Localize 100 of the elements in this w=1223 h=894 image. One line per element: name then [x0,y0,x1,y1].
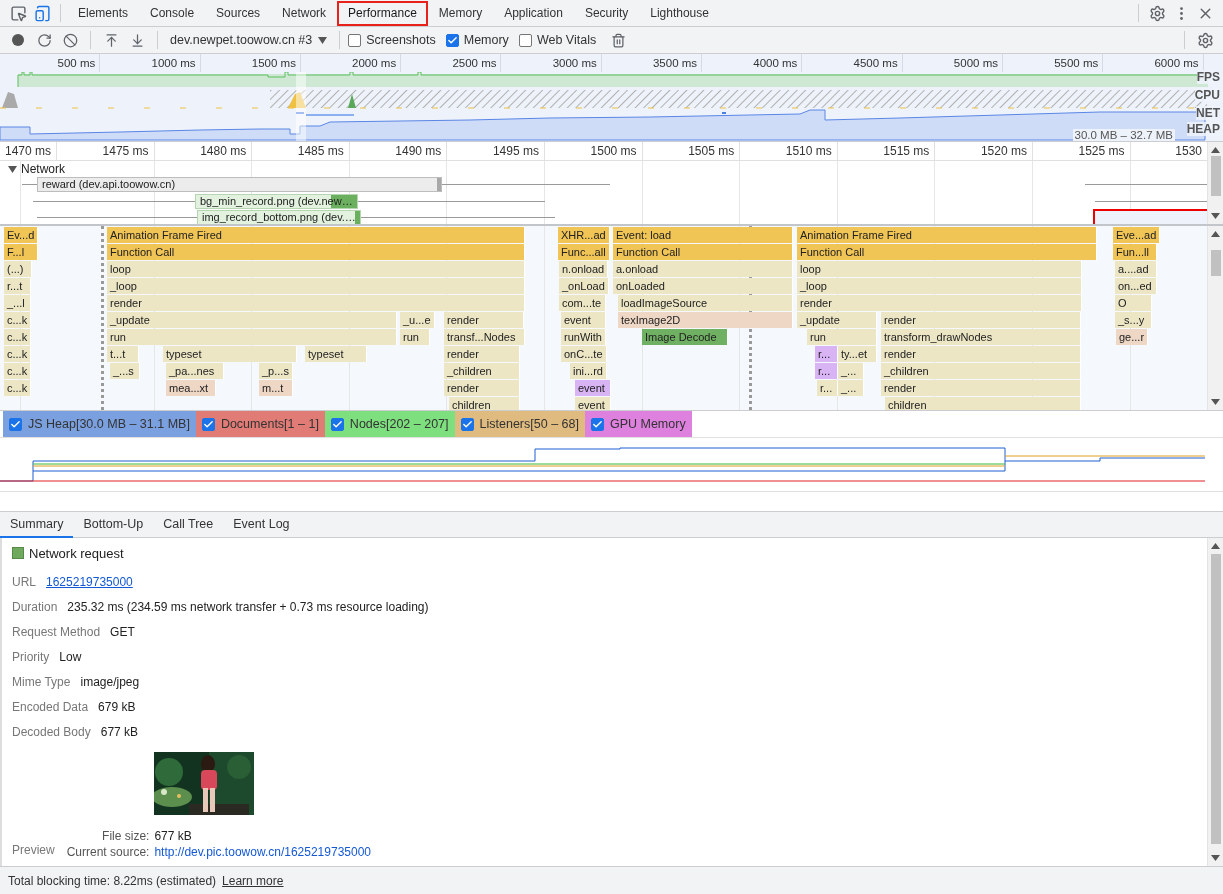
flame-block[interactable]: _update [797,312,877,328]
flame-block[interactable]: loadImageSource [618,295,793,311]
flame-block[interactable]: event [575,397,611,410]
flame-block[interactable]: Function Call [613,244,793,260]
flame-block[interactable]: t...t [107,346,139,362]
flame-block[interactable]: runWith [561,329,606,345]
flame-block[interactable]: _s...y [1115,312,1152,328]
details-tab[interactable]: Bottom-Up [73,512,154,538]
flame-block[interactable]: _pa...nes [166,363,224,379]
flame-block[interactable]: children [885,397,1081,410]
flame-block[interactable]: c...k [4,363,32,379]
panel-tab[interactable]: Elements [67,0,140,26]
flame-block[interactable]: run [107,329,397,345]
details-tab[interactable]: Summary [0,512,74,538]
flame-block[interactable]: Function Call [107,244,525,260]
scrollbar[interactable] [1207,226,1223,410]
flame-block[interactable]: _...s [110,363,140,379]
flame-block[interactable]: Event: load [613,227,793,243]
checkbox[interactable] [518,33,532,47]
flame-block[interactable]: transf...Nodes [444,329,525,345]
flame-block[interactable]: c...k [4,312,32,328]
flame-block[interactable]: a.onload [613,261,793,277]
flame-block[interactable]: com...te [559,295,606,311]
url-link[interactable]: 1625219735000 [46,574,133,589]
counter-legend[interactable]: Nodes[202 – 207] [324,411,455,437]
details-tab[interactable]: Call Tree [153,512,224,538]
flame-block[interactable]: _... [838,363,864,379]
flame-block[interactable]: m...t [259,380,293,396]
flame-block[interactable]: F...l [4,244,38,260]
flame-block[interactable]: _children [881,363,1081,379]
flame-block[interactable]: c...k [4,346,32,362]
counter-legend[interactable]: Listeners[50 – 68] [454,411,585,437]
panel-tab[interactable]: Console [139,0,206,26]
flame-block[interactable]: render [444,346,520,362]
flame-block[interactable]: run [400,329,430,345]
flame-block[interactable]: on...ed [1115,278,1157,294]
flame-block[interactable]: c...k [4,329,32,345]
flame-block[interactable]: Function Call [797,244,1097,260]
flame-block[interactable]: _p...s [259,363,293,379]
scroll-down-icon[interactable] [1211,213,1220,219]
flame-block[interactable]: c...k [4,380,32,396]
flame-block[interactable]: _loop [107,278,525,294]
source-link[interactable]: http://dev.pic.toowow.cn/1625219735000 [154,845,371,859]
flame-block[interactable]: onC...te [561,346,607,362]
flame-block[interactable]: transform_drawNodes [881,329,1081,345]
flame-block[interactable]: r...t [4,278,31,294]
scroll-up-icon[interactable] [1211,543,1220,549]
request-bar[interactable]: reward (dev.api.toowow.cn) [37,177,442,192]
flame-block[interactable]: render [444,380,520,396]
flame-block[interactable]: _u...e [400,312,435,328]
flame-block[interactable]: children [449,397,520,410]
scroll-up-icon[interactable] [1211,147,1220,153]
scroll-down-icon[interactable] [1211,855,1220,861]
flame-block[interactable]: (...) [4,261,32,277]
track-title[interactable]: Network [21,162,65,176]
flame-block[interactable]: render [881,346,1081,362]
flame-block[interactable]: O [1115,295,1152,311]
flame-block[interactable]: n.onload [559,261,609,277]
scrollbar[interactable] [1207,142,1223,224]
learn-more-link[interactable]: Learn more [222,873,284,888]
panel-tab[interactable]: Network [271,0,338,26]
panel-tab[interactable]: Security [573,0,640,26]
flame-block[interactable]: Animation Frame Fired [107,227,525,243]
checkbox[interactable] [445,33,459,47]
flame-block[interactable]: _...l [4,295,31,311]
flame-block[interactable]: _loop [797,278,1082,294]
flame-block[interactable]: Func...all [558,244,610,260]
checkbox[interactable] [201,417,215,431]
scrollbar-thumb[interactable] [1211,554,1221,844]
details-tab[interactable]: Event Log [223,512,300,538]
target-select[interactable]: dev.newpet.toowow.cn #3 [166,33,332,47]
flame-block[interactable]: mea...xt [166,380,216,396]
flame-block[interactable]: texImage2D [618,312,793,328]
flame-block[interactable]: r... [817,380,838,396]
flame-block[interactable]: Ev...d [4,227,39,243]
flame-block[interactable]: r... [815,363,838,379]
flame-block[interactable]: ini...rd [570,363,607,379]
flame-block[interactable]: render [107,295,525,311]
flame-block[interactable]: render [881,312,1081,328]
panel-tab[interactable]: Sources [205,0,272,26]
scroll-down-icon[interactable] [1211,399,1220,405]
flame-block[interactable]: r... [815,346,838,362]
flame-block[interactable]: render [881,380,1081,396]
scrollbar-thumb[interactable] [1211,156,1221,196]
flame-block[interactable]: Image Decode [642,329,728,345]
flame-block[interactable]: ge...r [1116,329,1149,345]
flame-block[interactable]: XHR...ad [558,227,610,243]
flame-block[interactable]: event [575,380,611,396]
flame-block[interactable]: event [561,312,606,328]
flame-block[interactable]: typeset [163,346,297,362]
checkbox[interactable] [460,417,474,431]
flame-block[interactable]: _... [838,380,864,396]
flame-block[interactable]: a....ad [1115,261,1157,277]
flame-block[interactable]: Animation Frame Fired [797,227,1097,243]
flame-block[interactable]: loop [107,261,525,277]
flame-block[interactable]: run [807,329,877,345]
panel-tab[interactable]: Lighthouse [639,0,720,26]
scrollbar-thumb[interactable] [1211,250,1221,276]
counter-legend[interactable]: JS Heap[30.0 MB – 31.1 MB] [3,411,196,437]
panel-tab[interactable]: Application [493,0,574,26]
